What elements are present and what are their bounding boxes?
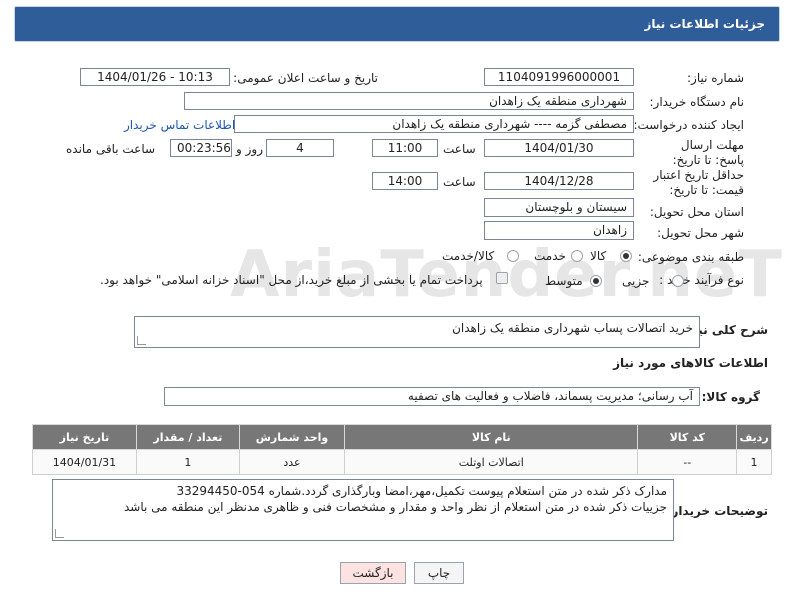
category-option-service: خدمت [534, 249, 566, 263]
purchase-type-option-minor: جزیی [622, 274, 650, 288]
need-number-field[interactable]: 1104091996000001 [484, 68, 634, 86]
days-and-label: روز و [236, 142, 263, 156]
reply-time-label: ساعت [443, 142, 476, 156]
buyer-notes-textarea[interactable]: مدارک ذکر شده در متن استعلام پیوست تکمیل… [52, 479, 674, 541]
reply-time-field[interactable]: 11:00 [372, 139, 438, 157]
reply-date-field[interactable]: 1404/01/30 [484, 139, 634, 157]
remaining-time-label: ساعت باقی مانده [66, 142, 156, 156]
requester-label: ایجاد کننده درخواست: [633, 118, 744, 132]
buyer-org-field[interactable]: شهرداری منطقه یک زاهدان [184, 92, 634, 110]
goods-table: ردیف کد کالا نام کالا واحد شمارش تعداد /… [32, 424, 772, 475]
cell-code: -- [637, 449, 738, 475]
col-qty: تعداد / مقدار [135, 424, 240, 450]
goods-section-title: اطلاعات کالاهای مورد نیاز [613, 356, 768, 370]
days-field[interactable]: 4 [266, 139, 334, 157]
category-radio-goods[interactable] [620, 250, 632, 262]
cell-unit: عدد [238, 449, 346, 475]
purchase-type-option-medium: متوسط [545, 274, 583, 288]
col-unit: واحد شمارش [238, 424, 346, 450]
table-row[interactable]: 1 -- اتصالات اوتلت عدد 1 1404/01/31 [32, 449, 772, 475]
province-field[interactable]: سیستان و بلوچستان [484, 198, 634, 217]
cell-row: 1 [736, 449, 772, 475]
treasury-payment-note: پرداخت تمام یا بخشی از مبلغ خرید،از محل … [100, 273, 483, 287]
resize-handle-icon[interactable] [55, 529, 64, 538]
city-label: شهر محل تحویل: [657, 226, 744, 240]
table-header-row: ردیف کد کالا نام کالا واحد شمارش تعداد /… [32, 424, 772, 450]
description-text: خرید اتصالات پساب شهرداری منطقه یک زاهدا… [452, 321, 693, 335]
reply-deadline-label: مهلت ارسال پاسخ: تا تاریخ: [672, 138, 744, 167]
print-button[interactable]: چاپ [414, 562, 464, 584]
goods-group-field[interactable]: آب رسانی؛ مدیریت پسماند، فاضلاب و فعالیت… [164, 387, 700, 406]
treasury-payment-checkbox[interactable] [496, 272, 508, 284]
category-option-goods-service: کالا/خدمت [442, 249, 495, 263]
price-validity-label: حداقل تاریخ اعتبار قیمت: تا تاریخ: [653, 168, 744, 197]
back-button[interactable]: بازگشت [340, 562, 406, 584]
category-radio-service[interactable] [571, 250, 583, 262]
page-title: جزئیات اطلاعات نیاز [644, 17, 765, 31]
cell-date: 1404/01/31 [32, 449, 137, 475]
col-date: تاریخ نیاز [32, 424, 137, 450]
public-announce-label: تاریخ و ساعت اعلان عمومی: [233, 71, 378, 85]
buyer-notes-label: توضیحات خریدار: [666, 504, 768, 518]
col-row: ردیف [736, 424, 772, 450]
buyer-notes-line-1: مدارک ذکر شده در متن استعلام پیوست تکمیل… [176, 484, 667, 498]
province-label: استان محل تحویل: [649, 205, 744, 219]
cell-name: اتصالات اوتلت [344, 449, 639, 475]
city-field[interactable]: زاهدان [484, 221, 634, 240]
purchase-type-radio-minor[interactable] [672, 275, 684, 287]
price-validity-time-label: ساعت [443, 175, 476, 189]
col-name: نام کالا [344, 424, 639, 450]
buyer-notes-line-2: جزییات ذکر شده در متن استعلام از نظر واح… [123, 500, 667, 514]
public-announce-field[interactable]: 1404/01/26 - 10:13 [80, 68, 230, 86]
category-radio-goods-service[interactable] [507, 250, 519, 262]
remaining-time-field[interactable]: 00:23:56 [170, 139, 232, 157]
cell-qty: 1 [135, 449, 240, 475]
need-number-label: شماره نیاز: [687, 71, 744, 85]
description-textarea[interactable]: خرید اتصالات پساب شهرداری منطقه یک زاهدا… [134, 316, 700, 348]
page-header: جزئیات اطلاعات نیاز [14, 6, 780, 42]
buyer-contact-link[interactable]: اطلاعات تماس خریدار [124, 118, 235, 132]
goods-group-label: گروه کالا: [701, 390, 760, 404]
category-option-goods: کالا [590, 249, 607, 263]
buyer-org-label: نام دستگاه خریدار: [649, 95, 745, 109]
col-code: کد کالا [637, 424, 738, 450]
resize-handle-icon[interactable] [137, 336, 146, 345]
category-label: طبقه بندی موضوعی: [637, 250, 744, 264]
price-validity-time-field[interactable]: 14:00 [372, 172, 438, 190]
purchase-type-radio-medium[interactable] [590, 275, 602, 287]
price-validity-date-field[interactable]: 1404/12/28 [484, 172, 634, 190]
requester-field[interactable]: مصطفی گزمه ---- شهرداری منطقه یک زاهدان [234, 115, 634, 133]
